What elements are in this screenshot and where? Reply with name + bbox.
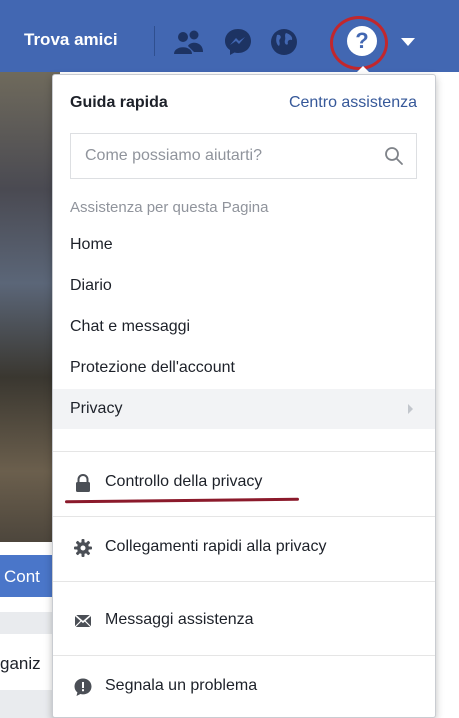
find-friends-link[interactable]: Trova amici [24, 30, 118, 50]
caret-down-icon[interactable] [401, 38, 415, 46]
support-inbox-label: Messaggi assistenza [105, 611, 254, 628]
support-inbox-button[interactable]: Messaggi assistenza [53, 592, 435, 650]
highlight-circle [330, 16, 388, 70]
report-problem-button[interactable]: Segnala un problema [53, 658, 435, 716]
menu-item-chat[interactable]: Chat e messaggi [53, 307, 435, 347]
menu-item-account-protection[interactable]: Protezione dell'account [53, 348, 435, 388]
divider [53, 655, 435, 656]
privacy-shortcuts-label: Collegamenti rapidi alla privacy [105, 538, 327, 555]
divider [53, 581, 435, 582]
search-box[interactable] [70, 133, 417, 179]
globe-icon[interactable] [268, 26, 300, 58]
gear-icon [74, 539, 92, 557]
friends-icon[interactable] [172, 26, 204, 58]
background-button-label: Cont [4, 567, 40, 586]
divider [154, 26, 155, 56]
help-dropdown: Guida rapida Centro assistenza Assistenz… [52, 74, 436, 718]
menu-item-privacy-label: Privacy [70, 400, 123, 417]
top-bar: Trova amici ? [0, 0, 459, 72]
section-label: Assistenza per questa Pagina [70, 199, 269, 216]
divider [53, 516, 435, 517]
handdrawn-underline [64, 497, 300, 504]
help-center-link[interactable]: Centro assistenza [289, 94, 417, 112]
privacy-checkup-label: Controllo della privacy [105, 473, 263, 490]
background-strip [0, 690, 60, 718]
background-strip [0, 612, 60, 634]
envelope-icon [74, 614, 92, 628]
dropdown-title: Guida rapida [70, 94, 168, 111]
messenger-icon[interactable] [222, 26, 254, 58]
cover-photo [0, 72, 60, 542]
background-button: Cont [0, 555, 60, 597]
search-input[interactable] [71, 134, 385, 178]
privacy-shortcuts-button[interactable]: Collegamenti rapidi alla privacy [53, 519, 435, 577]
privacy-checkup-button[interactable]: Controllo della privacy [53, 454, 435, 512]
chevron-right-icon [408, 404, 413, 414]
search-icon[interactable] [384, 146, 404, 166]
menu-item-privacy[interactable]: Privacy [53, 389, 435, 429]
background-text: ganiz [0, 654, 41, 673]
menu-item-home[interactable]: Home [53, 225, 435, 265]
divider [53, 451, 435, 452]
menu-item-diario[interactable]: Diario [53, 266, 435, 306]
report-problem-label: Segnala un problema [105, 677, 258, 694]
alert-icon [74, 678, 92, 696]
lock-icon [76, 473, 90, 492]
